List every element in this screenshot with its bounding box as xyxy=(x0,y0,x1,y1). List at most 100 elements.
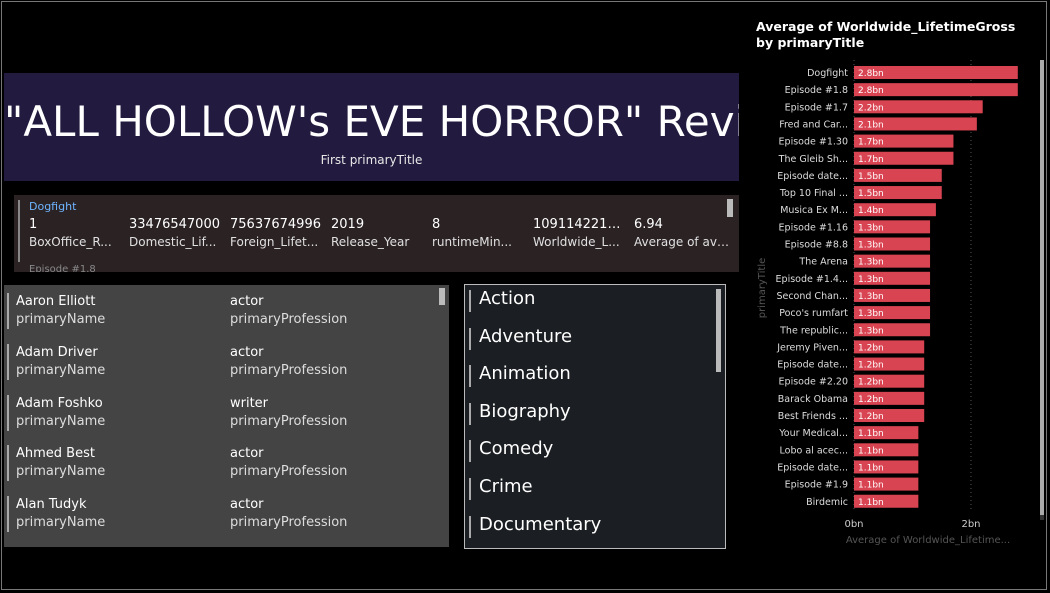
primary-name: Adam Foshko xyxy=(16,395,103,411)
category-label: Episode #1.7 xyxy=(785,102,848,113)
worldwide-gross-bar-chart[interactable]: Average of Worldwide_LifetimeGross by pr… xyxy=(748,0,1050,560)
row-accent-bar xyxy=(7,394,9,431)
row-field-1: 33476547000 Domestic_Lif... xyxy=(129,217,224,249)
data-label: 1.7bn xyxy=(858,138,884,148)
chart-plot: Dogfight 2.8bn Episode #1.8 2.8bn Episode #1… xyxy=(757,60,1018,546)
slicer-item-label: Adventure xyxy=(479,325,573,347)
slicer-item-animation[interactable]: Animation xyxy=(469,361,709,389)
primary-name: Ahmed Best xyxy=(16,446,95,462)
primary-profession-label: primaryProfession xyxy=(230,413,348,429)
x-tick-label: 0bn xyxy=(844,519,863,530)
slicer-item-marker xyxy=(469,365,471,388)
data-label: 1.2bn xyxy=(858,343,884,353)
category-label: Episode #8.8 xyxy=(785,240,848,251)
field-label: Release_Year xyxy=(331,235,410,249)
field-value: 1 xyxy=(29,217,38,232)
field-value: 2019 xyxy=(331,217,365,232)
table-row[interactable]: Adam Foshko primaryName writer primaryProfe… xyxy=(4,391,434,435)
row-accent-bar xyxy=(18,200,20,262)
slicer-item-biography[interactable]: Biography xyxy=(469,399,709,427)
data-label: 1.3bn xyxy=(858,275,884,285)
people-multirow-card[interactable]: Aaron Elliott primaryName actor primaryProf… xyxy=(4,285,449,547)
primary-name: Adam Driver xyxy=(16,344,98,360)
slicer-item-label: Animation xyxy=(479,363,571,385)
category-label: Fred and Car... xyxy=(779,119,848,130)
first-title-card[interactable]: "ALL HOLLOW's EVE HORROR" Revi... First … xyxy=(4,73,739,181)
field-label: Domestic_Lif... xyxy=(129,235,217,249)
field-label: Average of aver... xyxy=(634,235,729,249)
data-label: 1.4bn xyxy=(858,206,884,216)
category-label: Episode #1.4... xyxy=(776,274,848,285)
slicer-item-marker xyxy=(469,478,471,500)
category-label: Episode date... xyxy=(777,171,848,182)
data-label: 1.1bn xyxy=(858,463,884,473)
category-label: The Arena xyxy=(798,257,848,268)
field-label: BoxOffice_R... xyxy=(29,235,112,249)
primary-profession: actor xyxy=(230,446,264,462)
multi-row-card[interactable]: Dogfight 1 BoxOffice_R... 33476547000 Domes… xyxy=(14,195,739,272)
table-row[interactable]: Ahmed Best primaryName actor primaryProfess… xyxy=(4,441,434,485)
slicer-item-crime[interactable]: Crime xyxy=(469,474,709,502)
slicer-item-label: Documentary xyxy=(479,513,602,535)
primary-name: Alan Tudyk xyxy=(16,497,87,513)
chart-scrollbar-thumb[interactable] xyxy=(1040,60,1044,515)
primary-name-label: primaryName xyxy=(16,464,106,480)
table-row[interactable]: Adam Driver primaryName actor primaryProfes… xyxy=(4,340,434,384)
row-accent-bar xyxy=(7,445,9,482)
next-row-title: Episode #1.8 xyxy=(29,264,96,272)
slicer-item-marker xyxy=(469,440,471,463)
data-label: 1.1bn xyxy=(858,429,884,439)
data-label: 1.2bn xyxy=(858,378,884,388)
slicer-item-action[interactable]: Action xyxy=(469,286,709,314)
data-label: 1.3bn xyxy=(858,241,884,251)
table-row[interactable]: Alan Tudyk primaryName actor primaryProfess… xyxy=(4,492,434,536)
category-label: Episode #1.8 xyxy=(785,85,848,96)
primary-name-label: primaryName xyxy=(16,312,106,327)
category-label: Your Medical... xyxy=(778,428,848,439)
scrollbar-thumb[interactable] xyxy=(439,288,445,305)
data-label: 1.2bn xyxy=(858,412,884,422)
genre-slicer[interactable]: Action Adventure Animation Biography Comedy C… xyxy=(464,284,726,549)
slicer-item-adventure[interactable]: Adventure xyxy=(469,324,709,352)
row-title: Dogfight xyxy=(29,200,77,213)
slicer-item-label: Comedy xyxy=(479,438,554,460)
slicer-item-comedy[interactable]: Comedy xyxy=(469,436,709,464)
data-label: 1.7bn xyxy=(858,155,884,165)
primary-profession: writer xyxy=(230,395,269,411)
slicer-item-label: Crime xyxy=(479,476,533,497)
field-label: Foreign_Lifet... xyxy=(230,235,319,249)
data-label: 1.3bn xyxy=(858,258,884,268)
card-label: First primaryTitle xyxy=(320,153,423,167)
row-field-3: 2019 Release_Year xyxy=(331,217,426,249)
primary-name-label: primaryName xyxy=(16,515,106,531)
primary-profession-label: primaryProfession xyxy=(230,362,348,378)
field-label: Worldwide_L... xyxy=(533,235,620,249)
primary-profession: actor xyxy=(230,294,264,309)
primary-profession-label: primaryProfession xyxy=(230,464,348,480)
data-label: 2.8bn xyxy=(858,86,884,96)
row-field-5: 1091142219... Worldwide_L... xyxy=(533,217,628,249)
row-field-0: 1 BoxOffice_R... xyxy=(29,217,124,249)
table-row[interactable]: Aaron Elliott primaryName actor primaryProf… xyxy=(4,289,434,333)
row-field-4: 8 runtimeMin... xyxy=(432,217,527,249)
slicer-item-documentary[interactable]: Documentary xyxy=(469,512,709,540)
field-value: 8 xyxy=(432,217,441,232)
scrollbar-thumb[interactable] xyxy=(716,289,721,372)
field-label: runtimeMin... xyxy=(432,235,512,249)
data-label: 1.2bn xyxy=(858,395,884,405)
data-label: 1.5bn xyxy=(858,172,884,182)
category-label: Birdemic xyxy=(806,497,848,508)
slicer-item-label: Action xyxy=(479,288,536,309)
data-label: 2.1bn xyxy=(858,120,884,130)
primary-profession: actor xyxy=(230,497,264,513)
category-label: Episode #1.16 xyxy=(779,222,848,233)
y-axis-title: primaryTitle xyxy=(757,258,768,319)
data-label: 1.3bn xyxy=(858,292,884,302)
category-label: Dogfight xyxy=(807,68,848,79)
category-label: Poco's rumfart xyxy=(779,308,848,319)
card-value: "ALL HOLLOW's EVE HORROR" Revi... xyxy=(4,97,739,146)
scrollbar-thumb[interactable] xyxy=(727,199,733,217)
category-label: Episode #2.20 xyxy=(779,377,848,388)
category-label: The Gleib Sh... xyxy=(778,154,848,165)
data-label: 1.2bn xyxy=(858,361,884,371)
